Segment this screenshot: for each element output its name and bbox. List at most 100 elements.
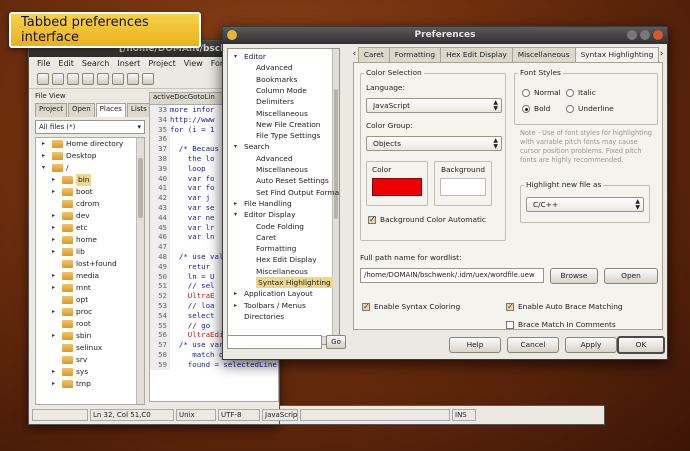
tab-open[interactable]: Open [67, 103, 95, 117]
tree-item[interactable]: selinux [36, 342, 144, 354]
nav-item[interactable]: Auto Reset Settings [256, 175, 329, 186]
nav-search-input[interactable] [227, 335, 322, 349]
tree-item[interactable]: ▸ bin [36, 174, 144, 186]
tree-item[interactable]: ▸ Home directory [36, 138, 144, 150]
expander-icon[interactable]: ▸ [52, 174, 55, 186]
radio-normal[interactable] [522, 89, 530, 97]
expander-icon[interactable]: ▸ [52, 210, 55, 222]
expander-icon[interactable]: ▾ [234, 53, 237, 60]
nav-item[interactable]: Application Layout [244, 288, 313, 299]
tree-item[interactable]: ▸ sys [36, 366, 144, 378]
menu-project[interactable]: Project [148, 57, 175, 71]
go-button[interactable]: Go [326, 335, 346, 349]
file-filter-select[interactable]: All files (*) [35, 120, 145, 134]
maximize-icon[interactable] [640, 30, 650, 40]
tree-item[interactable]: root [36, 318, 144, 330]
radio-underline[interactable] [566, 105, 574, 113]
nav-item[interactable]: Miscellaneous [256, 266, 308, 277]
nav-item[interactable]: New File Creation [256, 119, 320, 130]
tree-item[interactable]: opt [36, 294, 144, 306]
open-file-icon[interactable] [52, 73, 64, 85]
nav-item[interactable]: Column Mode [256, 85, 307, 96]
tree-item[interactable]: ▸ mnt [36, 282, 144, 294]
print-icon[interactable] [82, 73, 94, 85]
open-button[interactable]: Open [604, 268, 658, 284]
tree-item[interactable]: ▸ media [36, 270, 144, 282]
nav-item[interactable]: Delimiters [256, 96, 294, 107]
copy-icon[interactable] [112, 73, 124, 85]
tree-item[interactable]: ▸ lib [36, 246, 144, 258]
expander-icon[interactable]: ▸ [42, 138, 45, 150]
close-icon[interactable] [653, 30, 663, 40]
expander-icon[interactable]: ▸ [52, 366, 55, 378]
tab-scroll-right-icon[interactable]: › [658, 47, 665, 62]
tab-formatting[interactable]: Formatting [388, 47, 442, 62]
highlight-new-select[interactable]: C/C++ ▲ ▼ [526, 197, 644, 212]
menu-search[interactable]: Search [82, 57, 109, 71]
tab-hex-edit-display[interactable]: Hex Edit Display [440, 47, 513, 62]
tree-item[interactable]: srv [36, 354, 144, 366]
tree-item[interactable]: ▸ home [36, 234, 144, 246]
language-select[interactable]: JavaScript ▲ ▼ [366, 98, 502, 113]
tab-miscellaneous[interactable]: Miscellaneous [511, 47, 576, 62]
nav-item[interactable]: Caret [256, 232, 276, 243]
tab-project[interactable]: Project [35, 103, 67, 117]
tab-places[interactable]: Places [95, 103, 126, 117]
tab-syntax-highlighting[interactable]: Syntax Highlighting [574, 47, 660, 63]
nav-item[interactable]: File Type Settings [256, 130, 320, 141]
background-automatic-checkbox[interactable] [368, 215, 376, 224]
tree-item[interactable]: ▸ sbin [36, 330, 144, 342]
find-icon[interactable] [142, 73, 154, 85]
color-group-select[interactable]: Objects ▲ ▼ [366, 136, 502, 151]
radio-bold[interactable] [522, 105, 530, 113]
tree-item[interactable]: ▸ Desktop [36, 150, 144, 162]
menu-insert[interactable]: Insert [117, 57, 140, 71]
nav-item[interactable]: Advanced [256, 153, 293, 164]
nav-item[interactable]: Toolbars / Menus [244, 300, 306, 311]
nav-item[interactable]: Hex Edit Display [256, 254, 317, 265]
menu-view[interactable]: View [184, 57, 203, 71]
wordlist-path-input[interactable]: /home/DOMAIN/bschwenk/.idm/uex/wordfile.… [360, 268, 544, 283]
save-icon[interactable] [67, 73, 79, 85]
menu-file[interactable]: File [37, 57, 50, 71]
nav-item[interactable]: File Handling [244, 198, 292, 209]
expander-icon[interactable]: ▸ [52, 234, 55, 246]
expander-icon[interactable]: ▸ [234, 200, 237, 207]
brace-match-comments-checkbox[interactable] [506, 321, 514, 329]
ok-button[interactable]: OK [617, 336, 665, 354]
nav-item[interactable]: Editor Display [244, 209, 295, 220]
radio-italic[interactable] [566, 89, 574, 97]
nav-item[interactable]: Code Folding [256, 221, 304, 232]
tree-item[interactable]: ▸ etc [36, 222, 144, 234]
nav-item[interactable]: Miscellaneous [256, 164, 308, 175]
tree-item[interactable]: ▸ dev [36, 210, 144, 222]
expander-icon[interactable]: ▸ [234, 302, 237, 309]
cut-icon[interactable] [97, 73, 109, 85]
browse-button[interactable]: Browse [550, 268, 598, 284]
nav-item[interactable]: Search [244, 141, 269, 152]
tab-scroll-left-icon[interactable]: ‹ [351, 47, 358, 62]
nav-item[interactable]: Editor [244, 51, 266, 62]
expander-icon[interactable]: ▸ [42, 150, 45, 162]
expander-icon[interactable]: ▸ [52, 270, 55, 282]
nav-item[interactable]: Advanced [256, 62, 293, 73]
apply-button[interactable]: Apply [565, 337, 617, 353]
paste-icon[interactable] [127, 73, 139, 85]
nav-item[interactable]: Directories [244, 311, 284, 322]
code-line[interactable]: 59 found = selectedLine.match(tregex); [150, 359, 278, 370]
menu-edit[interactable]: Edit [58, 57, 74, 71]
expander-icon[interactable]: ▾ [234, 143, 237, 150]
expander-icon[interactable]: ▾ [234, 211, 237, 218]
tree-item[interactable]: cdrom [36, 198, 144, 210]
enable-auto-brace-checkbox[interactable] [506, 302, 514, 311]
tab-lists[interactable]: Lists [126, 103, 151, 117]
tree-item[interactable]: ▸ boot [36, 186, 144, 198]
new-file-icon[interactable] [37, 73, 49, 85]
background-swatch[interactable] [440, 178, 486, 196]
nav-item[interactable]: Set Find Output Forma [256, 187, 339, 198]
tree-item[interactable]: ▸ tmp [36, 378, 144, 390]
nav-item[interactable]: Formatting [256, 243, 296, 254]
expander-icon[interactable]: ▸ [52, 186, 55, 198]
tree-item[interactable]: lost+found [36, 258, 144, 270]
expander-icon[interactable]: ▾ [42, 162, 45, 174]
